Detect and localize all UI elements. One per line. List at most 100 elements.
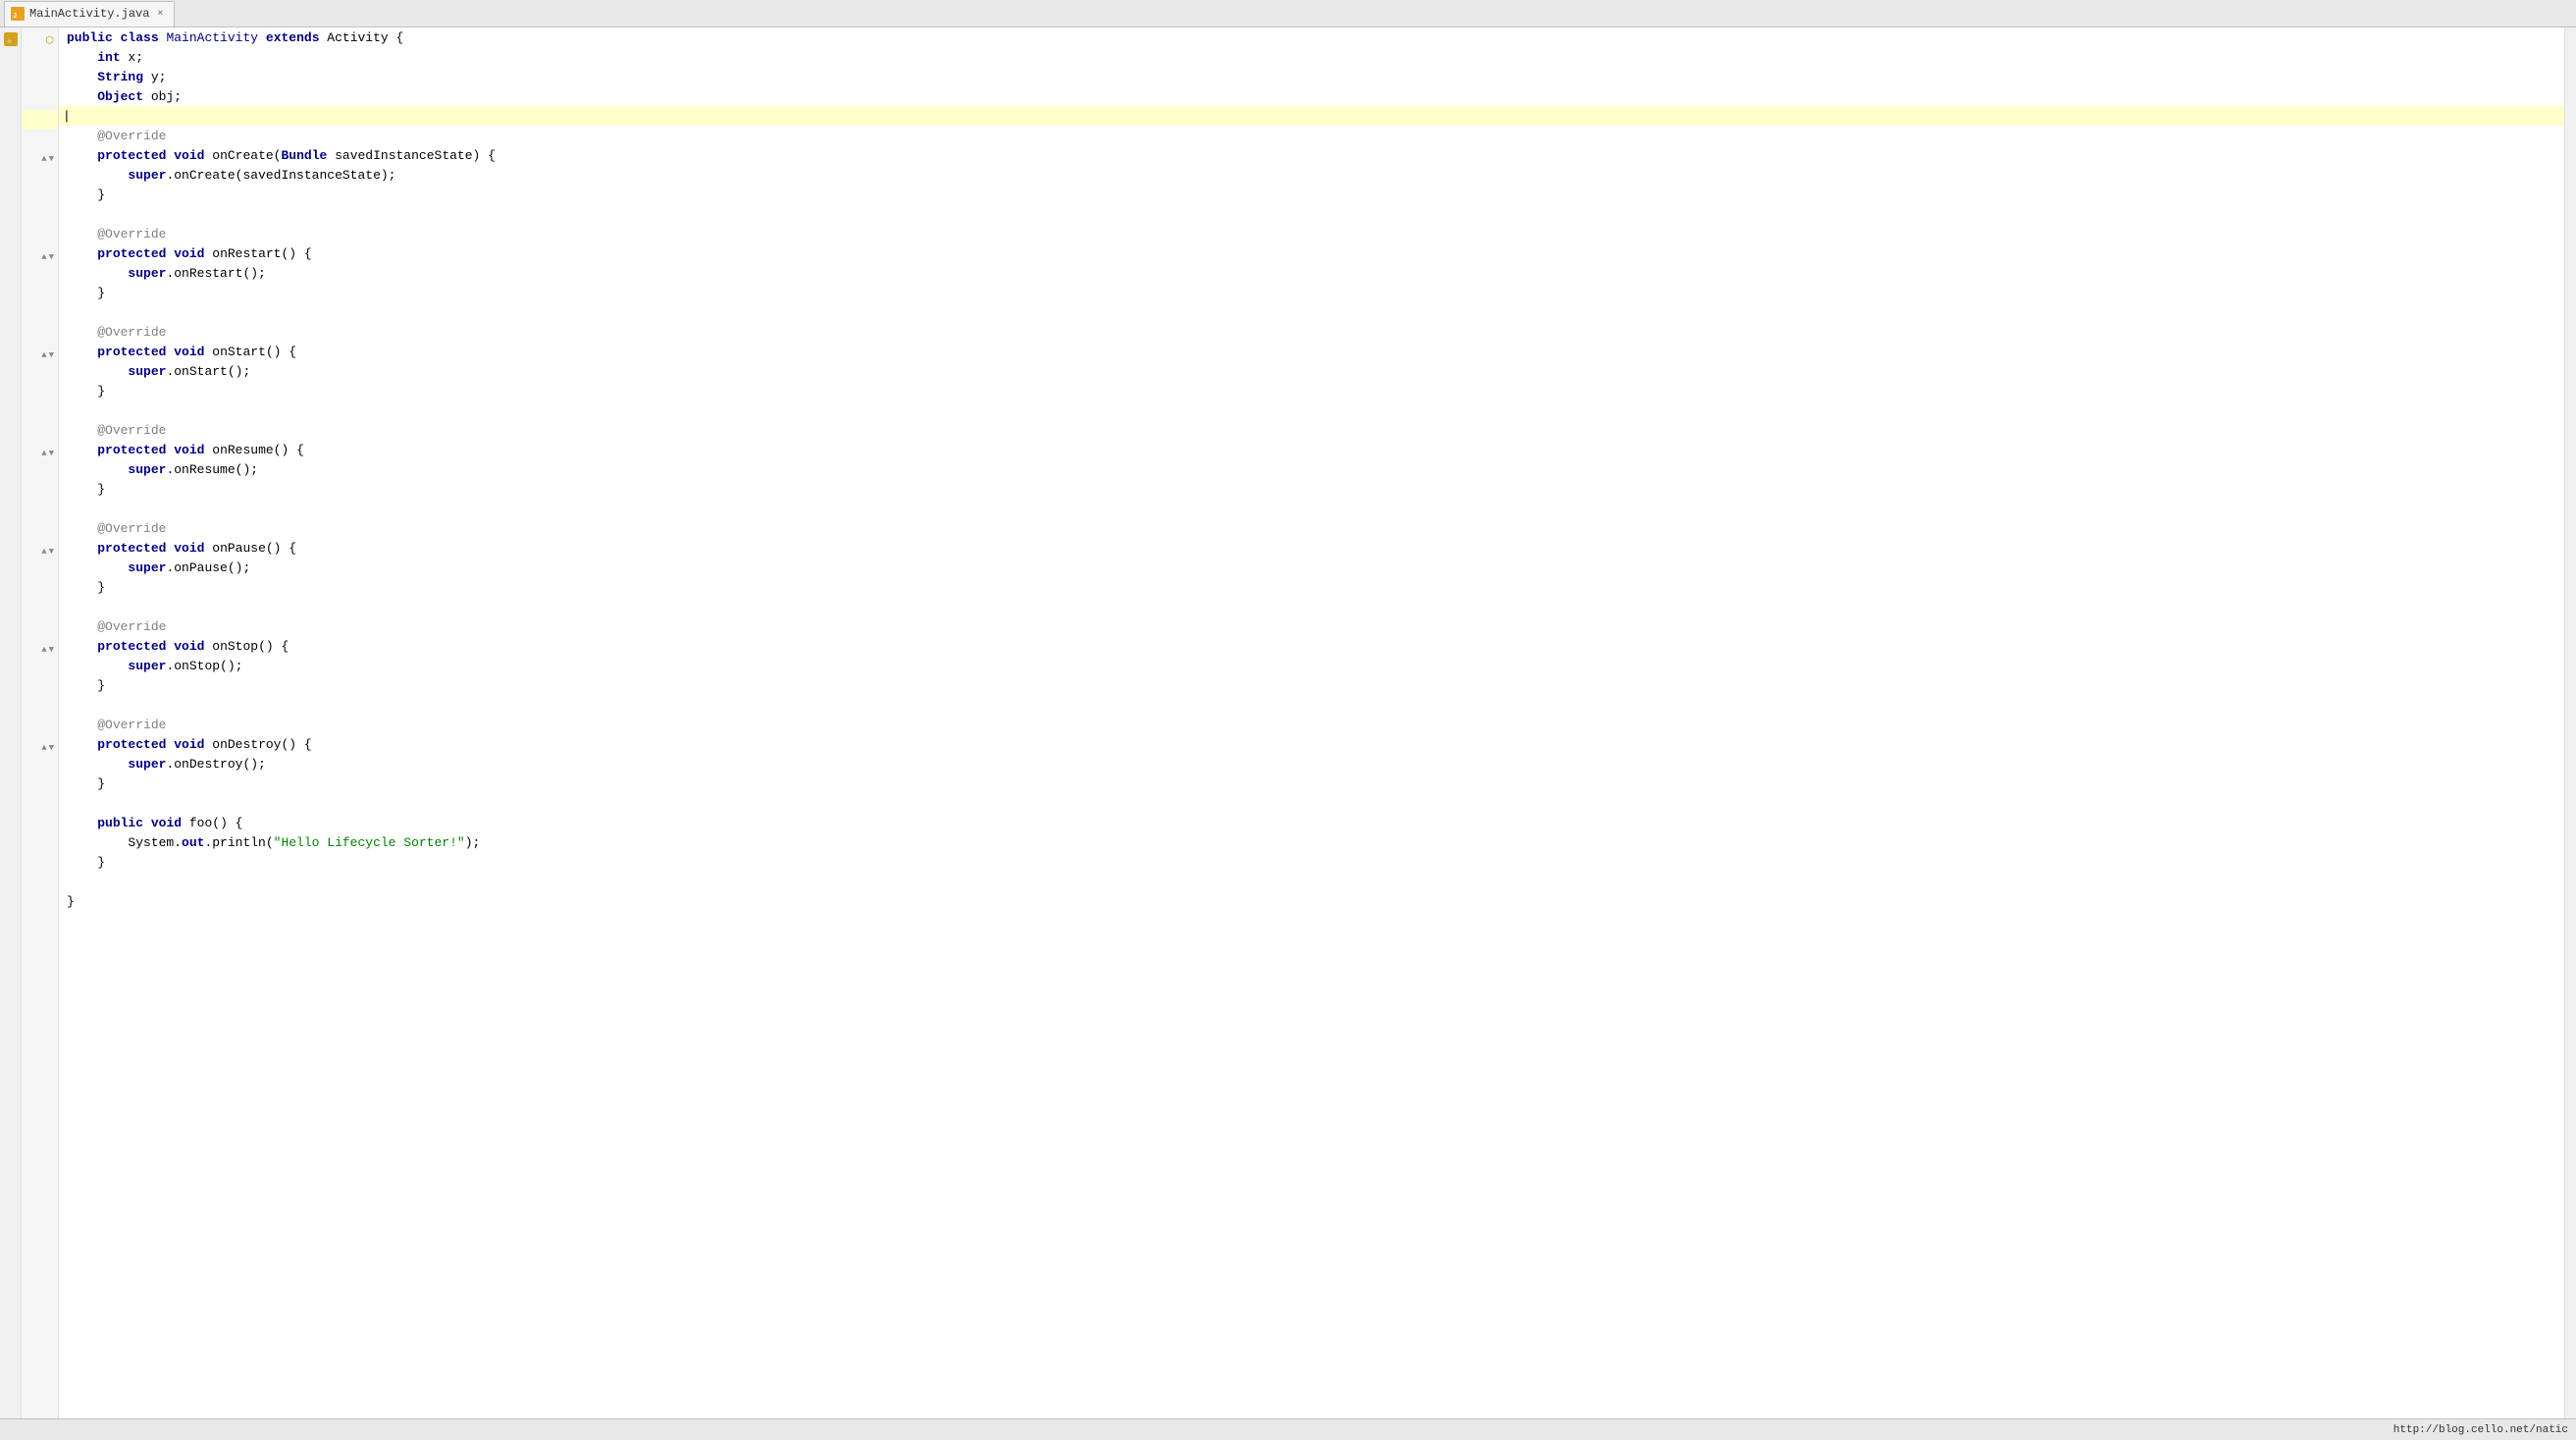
gutter-row-26	[22, 522, 58, 542]
keyword-protected-3: protected	[97, 345, 166, 359]
gutter-row-9	[22, 188, 58, 208]
gutter-row-25	[22, 503, 58, 522]
code-line-40	[59, 793, 2564, 813]
gutter-row-6	[22, 130, 58, 149]
gutter-down-arrow-12[interactable]: ▼	[49, 252, 54, 262]
code-line-31: @Override	[59, 616, 2564, 636]
gutter-up-arrow-22[interactable]: ▲	[41, 449, 46, 458]
gutter-row-32: ▲ ▼	[22, 640, 58, 660]
code-line-16: @Override	[59, 322, 2564, 342]
keyword-public: public	[67, 30, 113, 45]
gutter-row-37: ▲ ▼	[22, 738, 58, 758]
keyword-void-6: void	[174, 639, 204, 654]
annotation-override-3: @Override	[97, 325, 166, 340]
code-line-1: public class MainActivity extends Activi…	[59, 27, 2564, 47]
code-line-19: }	[59, 381, 2564, 400]
gutter-row-27: ▲ ▼	[22, 542, 58, 561]
code-line-33: super .onStop();	[59, 656, 2564, 675]
code-line-3: String y;	[59, 67, 2564, 86]
code-line-9: }	[59, 185, 2564, 204]
keyword-protected-6: protected	[97, 639, 166, 654]
gutter-row-15	[22, 306, 58, 326]
code-editor[interactable]: public class MainActivity extends Activi…	[59, 27, 2564, 1418]
code-line-12: protected void onRestart() {	[59, 243, 2564, 263]
code-line-26: @Override	[59, 518, 2564, 538]
gutter-up-arrow-7[interactable]: ▲	[41, 154, 46, 164]
code-line-21: @Override	[59, 420, 2564, 440]
gutter-row-16	[22, 326, 58, 346]
gutter-down-arrow-7[interactable]: ▼	[49, 154, 54, 164]
gutter-row-34	[22, 679, 58, 699]
code-line-29: }	[59, 577, 2564, 597]
keyword-public-foo: public	[97, 816, 143, 830]
gutter-row-5	[22, 110, 58, 130]
gutter-up-arrow-17[interactable]: ▲	[41, 350, 46, 360]
keyword-protected-1: protected	[97, 148, 166, 163]
gutter-row-30	[22, 601, 58, 620]
code-line-4: Object obj;	[59, 86, 2564, 106]
gutter-row-11	[22, 228, 58, 247]
code-line-13: super .onRestart();	[59, 263, 2564, 283]
gutter-row-20	[22, 404, 58, 424]
code-line-10	[59, 204, 2564, 224]
gutter-row-3	[22, 71, 58, 90]
sidebar-icon-1[interactable]: ☆	[3, 31, 19, 47]
keyword-void-4: void	[174, 443, 204, 457]
code-line-27: protected void onPause() {	[59, 538, 2564, 558]
keyword-void-3: void	[174, 345, 204, 359]
gutter-up-arrow-37[interactable]: ▲	[41, 743, 46, 753]
annotation-override-7: @Override	[97, 718, 166, 732]
keyword-extends: extends	[266, 30, 320, 45]
string-hello: "Hello Lifecycle Sorter!"	[274, 835, 465, 850]
file-tab[interactable]: J MainActivity.java ×	[4, 1, 175, 27]
tab-close-button[interactable]: ×	[154, 8, 166, 20]
keyword-protected-5: protected	[97, 541, 166, 556]
keyword-string: String	[97, 70, 143, 84]
gutter-row-31	[22, 620, 58, 640]
main-content: ☆ ⬡ ▲	[0, 27, 2576, 1418]
tab-bar: J MainActivity.java ×	[0, 0, 2576, 27]
gutter-down-arrow-22[interactable]: ▼	[49, 449, 54, 458]
gutter-up-arrow-12[interactable]: ▲	[41, 252, 46, 262]
keyword-int: int	[97, 50, 120, 65]
annotation-override-5: @Override	[97, 521, 166, 536]
gutter-row-23	[22, 463, 58, 483]
gutter-row-14	[22, 287, 58, 306]
gutter-down-arrow-37[interactable]: ▼	[49, 743, 54, 753]
annotation-override-6: @Override	[97, 619, 166, 634]
gutter-row-36	[22, 719, 58, 738]
gutter-icons: ⬡ ▲ ▼	[22, 27, 58, 758]
gutter-down-arrow-32[interactable]: ▼	[49, 645, 54, 655]
keyword-super-5: super	[128, 560, 166, 575]
code-line-25	[59, 499, 2564, 518]
keyword-class: class	[121, 30, 159, 45]
annotation-override-4: @Override	[97, 423, 166, 438]
gutter-down-arrow-27[interactable]: ▼	[49, 547, 54, 557]
gutter-icon-1[interactable]: ⬡	[45, 35, 54, 47]
code-line-36: @Override	[59, 715, 2564, 734]
right-scrollbar[interactable]	[2564, 27, 2576, 1418]
gutter-row-19	[22, 385, 58, 404]
gutter-row-8	[22, 169, 58, 188]
gutter-down-arrow-17[interactable]: ▼	[49, 350, 54, 360]
code-line-34: }	[59, 675, 2564, 695]
gutter-row-18	[22, 365, 58, 385]
gutter-row-2	[22, 51, 58, 71]
gutter-up-arrow-32[interactable]: ▲	[41, 645, 46, 655]
status-url: http://blog.cello.net/natic	[2393, 1424, 2568, 1436]
code-line-42: System. out .println( "Hello Lifecycle S…	[59, 832, 2564, 852]
gutter-row-33	[22, 660, 58, 679]
code-line-30	[59, 597, 2564, 616]
gutter-row-21	[22, 424, 58, 444]
gutter-up-arrow-27[interactable]: ▲	[41, 547, 46, 557]
code-line-35	[59, 695, 2564, 715]
svg-text:J: J	[13, 13, 17, 21]
gutter-row-28	[22, 561, 58, 581]
code-line-37: protected void onDestroy() {	[59, 734, 2564, 754]
ide-window: J MainActivity.java × ☆ ⬡	[0, 0, 2576, 1440]
code-line-28: super .onPause();	[59, 558, 2564, 577]
keyword-super-2: super	[128, 266, 166, 281]
code-line-2: int x;	[59, 47, 2564, 67]
code-line-8: super .onCreate(savedInstanceState);	[59, 165, 2564, 185]
code-line-7: protected void onCreate( Bundle savedIns…	[59, 145, 2564, 165]
